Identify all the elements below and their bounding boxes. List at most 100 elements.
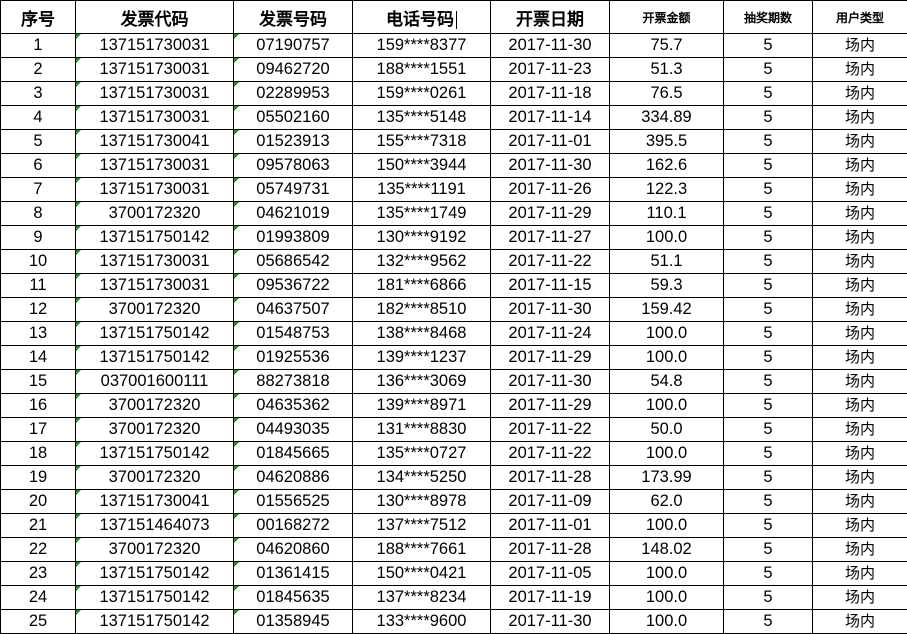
cell-invoice-number[interactable]: 00168272 (233, 513, 353, 538)
cell-invoice-number[interactable]: 09578063 (233, 153, 353, 178)
cell-amount[interactable]: 54.8 (609, 369, 724, 394)
cell-date[interactable]: 2017-11-29 (490, 345, 610, 370)
cell-index[interactable]: 1 (0, 33, 76, 58)
cell-user-type[interactable]: 场内 (812, 393, 907, 418)
cell-invoice-code[interactable]: 137151730041 (75, 489, 234, 514)
cell-date[interactable]: 2017-11-29 (490, 201, 610, 226)
cell-invoice-number[interactable]: 01361415 (233, 561, 353, 586)
cell-amount[interactable]: 76.5 (609, 81, 724, 106)
cell-draw-period[interactable]: 5 (723, 249, 813, 274)
cell-phone[interactable]: 136****3069 (352, 369, 491, 394)
cell-invoice-code[interactable]: 137151750142 (75, 609, 234, 634)
cell-invoice-code[interactable]: 137151730031 (75, 105, 234, 130)
cell-phone[interactable]: 135****1191 (352, 177, 491, 202)
cell-date[interactable]: 2017-11-19 (490, 585, 610, 610)
cell-user-type[interactable]: 场内 (812, 465, 907, 490)
cell-phone[interactable]: 139****1237 (352, 345, 491, 370)
cell-invoice-number[interactable]: 01556525 (233, 489, 353, 514)
cell-user-type[interactable]: 场内 (812, 177, 907, 202)
cell-invoice-code[interactable]: 3700172320 (75, 297, 234, 322)
cell-invoice-number[interactable]: 01845635 (233, 585, 353, 610)
cell-user-type[interactable]: 场内 (812, 369, 907, 394)
cell-phone[interactable]: 137****7512 (352, 513, 491, 538)
cell-index[interactable]: 21 (0, 513, 76, 538)
cell-phone[interactable]: 134****5250 (352, 465, 491, 490)
cell-date[interactable]: 2017-11-27 (490, 225, 610, 250)
cell-draw-period[interactable]: 5 (723, 273, 813, 298)
cell-index[interactable]: 19 (0, 465, 76, 490)
cell-index[interactable]: 9 (0, 225, 76, 250)
cell-date[interactable]: 2017-11-30 (490, 33, 610, 58)
cell-index[interactable]: 2 (0, 57, 76, 82)
cell-invoice-number[interactable]: 01993809 (233, 225, 353, 250)
cell-amount[interactable]: 173.99 (609, 465, 724, 490)
cell-amount[interactable]: 100.0 (609, 585, 724, 610)
cell-amount[interactable]: 159.42 (609, 297, 724, 322)
cell-amount[interactable]: 100.0 (609, 609, 724, 634)
cell-index[interactable]: 12 (0, 297, 76, 322)
cell-draw-period[interactable]: 5 (723, 441, 813, 466)
cell-user-type[interactable]: 场内 (812, 321, 907, 346)
cell-invoice-code[interactable]: 037001600111 (75, 369, 234, 394)
cell-user-type[interactable]: 场内 (812, 297, 907, 322)
header-cell-invoice-number[interactable]: 发票号码 (233, 0, 353, 34)
cell-date[interactable]: 2017-11-01 (490, 129, 610, 154)
cell-invoice-number[interactable]: 04637507 (233, 297, 353, 322)
cell-user-type[interactable]: 场内 (812, 489, 907, 514)
cell-amount[interactable]: 75.7 (609, 33, 724, 58)
cell-draw-period[interactable]: 5 (723, 201, 813, 226)
cell-user-type[interactable]: 场内 (812, 33, 907, 58)
cell-date[interactable]: 2017-11-05 (490, 561, 610, 586)
cell-draw-period[interactable]: 5 (723, 33, 813, 58)
cell-index[interactable]: 15 (0, 369, 76, 394)
cell-amount[interactable]: 62.0 (609, 489, 724, 514)
cell-invoice-number[interactable]: 01548753 (233, 321, 353, 346)
cell-invoice-number[interactable]: 07190757 (233, 33, 353, 58)
cell-invoice-code[interactable]: 137151750142 (75, 441, 234, 466)
cell-user-type[interactable]: 场内 (812, 153, 907, 178)
cell-phone[interactable]: 159****0261 (352, 81, 491, 106)
cell-user-type[interactable]: 场内 (812, 81, 907, 106)
cell-invoice-number[interactable]: 09536722 (233, 273, 353, 298)
cell-user-type[interactable]: 场内 (812, 585, 907, 610)
cell-user-type[interactable]: 场内 (812, 345, 907, 370)
cell-invoice-code[interactable]: 3700172320 (75, 393, 234, 418)
cell-invoice-number[interactable]: 01925536 (233, 345, 353, 370)
header-cell-phone[interactable]: 电话号码 (352, 0, 491, 34)
cell-draw-period[interactable]: 5 (723, 57, 813, 82)
cell-date[interactable]: 2017-11-30 (490, 369, 610, 394)
cell-invoice-number[interactable]: 02289953 (233, 81, 353, 106)
cell-phone[interactable]: 182****8510 (352, 297, 491, 322)
cell-date[interactable]: 2017-11-30 (490, 297, 610, 322)
cell-draw-period[interactable]: 5 (723, 585, 813, 610)
cell-draw-period[interactable]: 5 (723, 297, 813, 322)
cell-phone[interactable]: 130****9192 (352, 225, 491, 250)
cell-invoice-code[interactable]: 137151730031 (75, 57, 234, 82)
cell-amount[interactable]: 334.89 (609, 105, 724, 130)
cell-draw-period[interactable]: 5 (723, 153, 813, 178)
cell-invoice-code[interactable]: 137151730041 (75, 129, 234, 154)
cell-phone[interactable]: 137****8234 (352, 585, 491, 610)
cell-phone[interactable]: 135****1749 (352, 201, 491, 226)
cell-date[interactable]: 2017-11-22 (490, 249, 610, 274)
cell-invoice-number[interactable]: 01523913 (233, 129, 353, 154)
cell-invoice-number[interactable]: 04493035 (233, 417, 353, 442)
cell-draw-period[interactable]: 5 (723, 513, 813, 538)
cell-amount[interactable]: 51.1 (609, 249, 724, 274)
header-cell-draw-period[interactable]: 抽奖期数 (723, 0, 813, 34)
cell-invoice-code[interactable]: 137151750142 (75, 321, 234, 346)
cell-phone[interactable]: 139****8971 (352, 393, 491, 418)
cell-invoice-code[interactable]: 137151730031 (75, 249, 234, 274)
cell-invoice-code[interactable]: 3700172320 (75, 201, 234, 226)
cell-user-type[interactable]: 场内 (812, 105, 907, 130)
cell-invoice-number[interactable]: 01845665 (233, 441, 353, 466)
cell-index[interactable]: 20 (0, 489, 76, 514)
cell-date[interactable]: 2017-11-14 (490, 105, 610, 130)
cell-index[interactable]: 11 (0, 273, 76, 298)
cell-date[interactable]: 2017-11-29 (490, 393, 610, 418)
cell-phone[interactable]: 132****9562 (352, 249, 491, 274)
cell-draw-period[interactable]: 5 (723, 537, 813, 562)
cell-invoice-code[interactable]: 137151730031 (75, 273, 234, 298)
cell-index[interactable]: 25 (0, 609, 76, 634)
header-cell-user-type[interactable]: 用户类型 (812, 0, 907, 34)
